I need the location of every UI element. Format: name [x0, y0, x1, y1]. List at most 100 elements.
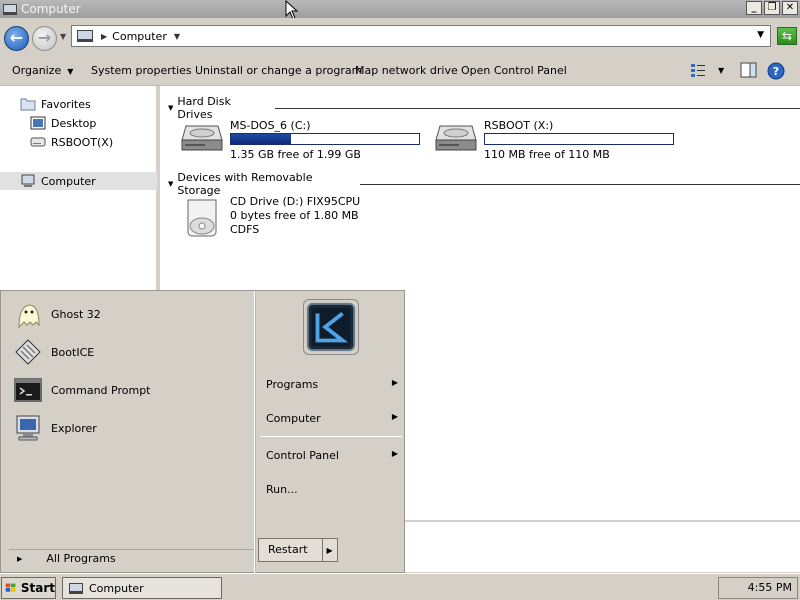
drive-d-filesystem: CDFS — [230, 223, 260, 236]
hard-drive-icon — [435, 125, 477, 151]
start-label: Start — [20, 581, 55, 595]
nav-desktop-label: Desktop — [51, 116, 97, 130]
drive-c-free: 1.35 GB free of 1.99 GB — [230, 148, 361, 161]
breadcrumb-dropdown-icon[interactable]: ▼ — [174, 32, 180, 41]
address-history-dropdown[interactable]: ▼ — [757, 30, 764, 40]
program-explorer[interactable]: Explorer — [13, 413, 97, 443]
map-network-drive-button[interactable]: Map network drive — [355, 64, 458, 77]
taskbar-item-label: Computer — [89, 581, 144, 595]
drive-d-name: CD Drive (D:) FIX95CPU — [230, 195, 361, 208]
uninstall-program-button[interactable]: Uninstall or change a program — [195, 64, 362, 77]
program-bootice[interactable]: BootICE — [13, 337, 94, 367]
shutdown-options-arrow[interactable]: ▶ — [323, 546, 337, 555]
program-command-prompt-label: Command Prompt — [51, 383, 151, 397]
drive-c-usage-bar — [230, 133, 420, 145]
address-row: ← → ▼ ▶ Computer ▼ ▼ ⇆ — [0, 18, 800, 56]
back-button[interactable]: ← — [4, 26, 29, 51]
computer-icon — [3, 3, 17, 15]
program-explorer-label: Explorer — [51, 421, 97, 435]
window-controls: _ ❐ ✕ — [746, 1, 798, 15]
preview-pane-icon[interactable] — [740, 62, 757, 78]
go-refresh-button[interactable]: ⇆ — [777, 27, 797, 45]
menu-control-panel[interactable]: Control Panel ▶ — [266, 449, 398, 462]
ghost-icon — [18, 304, 40, 329]
computer-icon — [77, 30, 93, 42]
submenu-arrow-icon: ▶ — [391, 378, 398, 387]
drive-d-free: 0 bytes free of 1.80 MB — [230, 209, 359, 222]
collapse-arrow-icon[interactable]: ▼ — [168, 180, 173, 188]
command-bar: Organize ▼ System properties Uninstall or… — [0, 56, 800, 86]
menu-computer[interactable]: Computer ▶ — [266, 412, 398, 425]
view-dropdown-icon[interactable]: ▼ — [718, 66, 724, 75]
restore-button[interactable]: ❐ — [764, 1, 780, 15]
restart-button-group: Restart ▶ — [258, 538, 338, 562]
collapse-arrow-icon[interactable]: ▼ — [168, 104, 173, 112]
system-properties-button[interactable]: System properties — [91, 64, 192, 77]
title-bar: Computer _ ❐ ✕ — [0, 0, 800, 18]
nav-rsboot-label: RSBOOT(X) — [51, 135, 114, 149]
all-programs-arrow-icon: ▶ — [17, 554, 23, 563]
menu-divider — [260, 436, 402, 437]
content-pane-lower — [405, 520, 800, 572]
taskbar: Start Computer 4:55 PM — [0, 573, 800, 600]
group-removable-storage[interactable]: ▼ Devices with Removable Storage — [168, 171, 800, 197]
svg-text:?: ? — [773, 65, 779, 78]
all-programs-button[interactable]: ▶ All Programs — [9, 549, 254, 567]
group-divider — [274, 107, 800, 109]
nav-favorites[interactable]: Favorites — [20, 97, 91, 111]
cd-drive-icon — [187, 199, 217, 237]
drive-x-free: 110 MB free of 110 MB — [484, 148, 610, 161]
computer-icon — [69, 582, 83, 594]
group-divider — [360, 183, 800, 185]
program-command-prompt[interactable]: Command Prompt — [13, 375, 151, 405]
computer-icon — [21, 174, 35, 187]
forward-button[interactable]: → — [32, 26, 57, 51]
menu-programs[interactable]: Programs ▶ — [266, 378, 398, 391]
organize-menu[interactable]: Organize ▼ — [12, 64, 73, 77]
open-control-panel-button[interactable]: Open Control Panel — [461, 64, 567, 77]
submenu-arrow-icon: ▶ — [391, 449, 398, 458]
system-clock[interactable]: 4:55 PM — [718, 577, 798, 599]
drive-c-name: MS-DOS_6 (C:) — [230, 119, 311, 132]
explorer-icon — [16, 415, 40, 441]
menu-run-label: Run... — [266, 483, 298, 496]
group-hard-disk-drives[interactable]: ▼ Hard Disk Drives — [168, 95, 800, 121]
group-hard-disk-label: Hard Disk Drives — [177, 95, 231, 121]
navigation-pane: Favorites Desktop RSBOOT(X) Computer — [0, 86, 158, 296]
help-icon[interactable]: ? — [767, 62, 785, 80]
taskbar-item-computer[interactable]: Computer — [62, 577, 222, 599]
close-button[interactable]: ✕ — [782, 1, 798, 15]
hard-drive-icon — [181, 125, 223, 151]
nav-computer[interactable]: Computer — [20, 174, 96, 188]
start-menu-programs: Ghost 32 BootICE Command Prompt Explorer… — [5, 291, 255, 574]
favorites-folder-icon — [20, 98, 36, 111]
window-title: Computer — [21, 2, 81, 16]
recent-pages-dropdown[interactable]: ▼ — [60, 32, 66, 41]
nav-rsboot[interactable]: RSBOOT(X) — [30, 135, 113, 149]
minimize-button[interactable]: _ — [746, 1, 762, 15]
start-menu-divider — [254, 291, 256, 574]
drive-x-name: RSBOOT (X:) — [484, 119, 554, 132]
address-bar[interactable]: ▶ Computer ▼ ▼ — [71, 25, 771, 47]
restart-button[interactable]: Restart — [259, 539, 323, 561]
menu-computer-label: Computer — [266, 412, 321, 425]
menu-run[interactable]: Run... — [266, 483, 398, 496]
nav-desktop[interactable]: Desktop — [30, 116, 96, 130]
group-removable-label: Devices with Removable Storage — [177, 171, 313, 197]
desktop-icon — [30, 116, 46, 130]
nav-computer-label: Computer — [41, 174, 96, 188]
start-button[interactable]: Start — [1, 577, 56, 599]
mouse-cursor-icon — [285, 0, 299, 20]
command-prompt-icon — [14, 378, 42, 402]
all-programs-label: All Programs — [46, 552, 116, 565]
program-ghost32[interactable]: Ghost 32 — [13, 299, 101, 329]
view-options-icon[interactable] — [690, 62, 706, 78]
program-bootice-label: BootICE — [51, 345, 95, 359]
bootice-icon — [15, 339, 41, 365]
submenu-arrow-icon: ▶ — [391, 412, 398, 421]
menu-control-panel-label: Control Panel — [266, 449, 339, 462]
breadcrumb-separator-icon[interactable]: ▶ — [101, 32, 107, 41]
drive-x-usage-bar — [484, 133, 674, 145]
windows-flag-icon — [5, 583, 16, 592]
breadcrumb-computer[interactable]: Computer — [112, 30, 167, 43]
